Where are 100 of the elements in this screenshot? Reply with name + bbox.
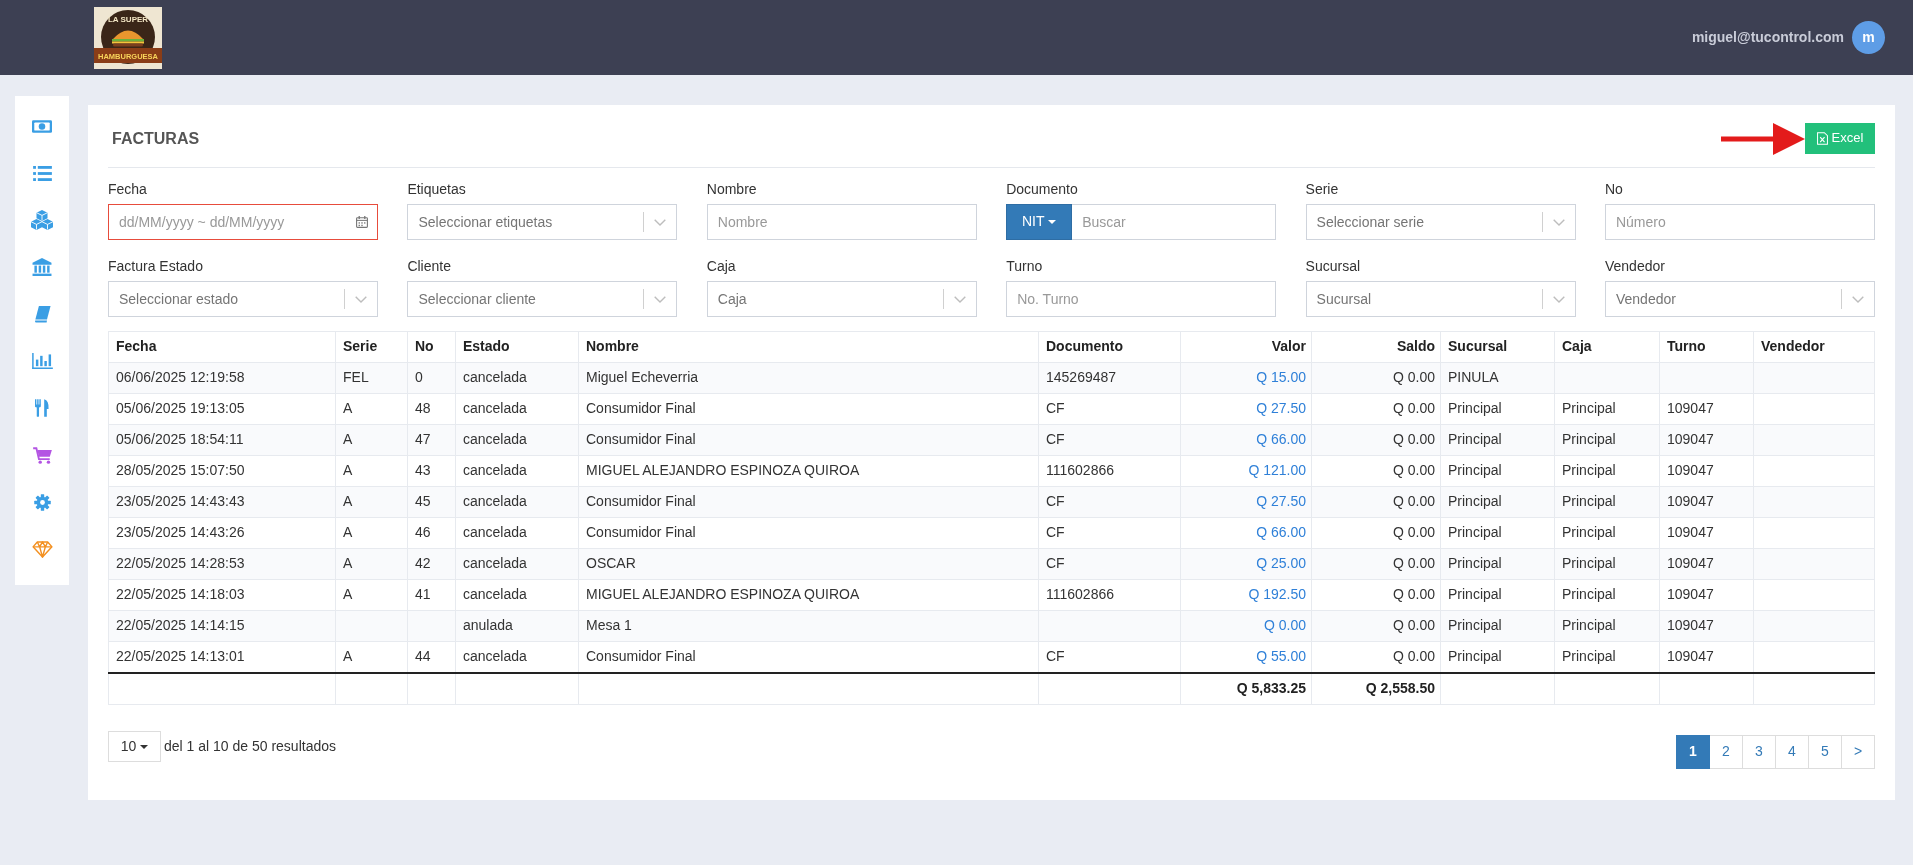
table-cell: Principal	[1440, 548, 1555, 580]
bank-icon[interactable]	[32, 258, 52, 276]
table-cell: 145269487	[1038, 362, 1181, 394]
page-title: FACTURAS	[112, 128, 200, 149]
date-range-field[interactable]: dd/MM/yyyy ~ dd/MM/yyyy	[108, 204, 378, 240]
table-cell: 109047	[1659, 486, 1754, 518]
table-cell: A	[335, 486, 408, 518]
table-cell: 05/06/2025 19:13:05	[108, 393, 336, 425]
table-cell: Principal	[1554, 579, 1660, 611]
table-cell: OSCAR	[578, 548, 1039, 580]
dropdown-field[interactable]: Caja	[706, 281, 977, 317]
table-cell: A	[335, 579, 408, 611]
column-header[interactable]: Caja	[1554, 331, 1660, 363]
column-header[interactable]: Documento	[1038, 331, 1181, 363]
field-label: Fecha	[108, 181, 148, 198]
cubes-icon[interactable]	[31, 210, 53, 230]
dropdown-field[interactable]: Seleccionar etiquetas	[407, 204, 678, 240]
calendar-icon	[356, 216, 368, 228]
column-header[interactable]: Nombre	[578, 331, 1039, 363]
user-avatar[interactable]: m	[1852, 21, 1885, 54]
column-header[interactable]: No	[407, 331, 456, 363]
table-cell: Principal	[1440, 424, 1555, 456]
page-link[interactable]: >	[1841, 735, 1875, 769]
text-field[interactable]: Número	[1604, 204, 1875, 240]
column-header[interactable]: Serie	[335, 331, 408, 363]
column-header[interactable]: Valor	[1180, 331, 1312, 363]
chevron-down-icon	[1851, 296, 1864, 303]
page-size-dropdown[interactable]: 10	[108, 731, 161, 762]
table-cell: Principal	[1554, 455, 1660, 487]
column-header[interactable]: Sucursal	[1440, 331, 1555, 363]
table-cell: cancelada	[455, 455, 579, 487]
table-cell: A	[335, 548, 408, 580]
dropdown-field[interactable]: Seleccionar cliente	[407, 281, 678, 317]
dropdown-field[interactable]: Vendedor	[1604, 281, 1875, 317]
table-cell: MIGUEL ALEJANDRO ESPINOZA QUIROA	[578, 579, 1039, 611]
table-cell: A	[335, 455, 408, 487]
table-cell: Q 0.00	[1311, 455, 1441, 487]
document-type-dropdown[interactable]: NIT	[1006, 204, 1073, 240]
list-icon[interactable]	[32, 165, 52, 181]
table-cell: 45	[407, 486, 456, 518]
table-cell: Principal	[1554, 517, 1660, 549]
search-field[interactable]: Buscar	[1072, 204, 1277, 240]
table-cell: 0	[407, 362, 456, 394]
table-cell: 109047	[1659, 579, 1754, 611]
cart-icon[interactable]	[32, 446, 52, 464]
column-header[interactable]: Saldo	[1311, 331, 1441, 363]
field-label: Etiquetas	[407, 181, 467, 198]
table-cell: Q 0.00	[1311, 424, 1441, 456]
table-cell: PINULA	[1440, 362, 1555, 394]
table-cell: 42	[407, 548, 456, 580]
diamond-icon[interactable]	[31, 540, 53, 558]
table-cell: Consumidor Final	[578, 393, 1039, 425]
table-cell: 109047	[1659, 610, 1754, 642]
column-header[interactable]: Turno	[1659, 331, 1754, 363]
table-cell: CF	[1038, 548, 1181, 580]
table-cell: Principal	[1554, 424, 1660, 456]
dropdown-field[interactable]: Sucursal	[1305, 281, 1576, 317]
table-cell: Principal	[1554, 393, 1660, 425]
page-link[interactable]: 3	[1742, 735, 1776, 769]
dropdown-field[interactable]: Seleccionar serie	[1305, 204, 1576, 240]
table-cell: anulada	[455, 610, 579, 642]
amount-link[interactable]: Q 0.00	[1263, 617, 1306, 634]
table-cell: Q 0.00	[1311, 486, 1441, 518]
table-cell: Q 0.00	[1311, 579, 1441, 611]
column-header[interactable]: Vendedor	[1753, 331, 1875, 363]
table-cell: CF	[1038, 517, 1181, 549]
dropdown-field[interactable]: Seleccionar estado	[108, 281, 378, 317]
table-cell: Mesa 1	[578, 610, 1039, 642]
caret-icon	[1048, 220, 1057, 224]
total-cell: Q 5,833.25	[1180, 672, 1312, 705]
text-field[interactable]: Nombre	[706, 204, 977, 240]
table-cell: Principal	[1554, 486, 1660, 518]
table-cell: Principal	[1440, 579, 1555, 611]
column-header[interactable]: Estado	[455, 331, 579, 363]
table-cell: cancelada	[455, 579, 579, 611]
column-header[interactable]: Fecha	[108, 331, 336, 363]
banknote-icon[interactable]	[32, 119, 52, 133]
chevron-down-icon	[1552, 296, 1565, 303]
text-field[interactable]: No. Turno	[1006, 281, 1277, 317]
book-icon[interactable]	[33, 305, 51, 323]
page-link[interactable]: 5	[1808, 735, 1842, 769]
field-label: Documento	[1006, 181, 1079, 198]
table-cell: 22/05/2025 14:28:53	[108, 548, 336, 580]
field-label: Caja	[706, 258, 737, 275]
chevron-down-icon	[1552, 219, 1565, 226]
table-cell: 06/06/2025 12:19:58	[108, 362, 336, 394]
bar-chart-icon[interactable]	[31, 353, 53, 369]
page-link[interactable]: 2	[1709, 735, 1743, 769]
fork-knife-icon[interactable]	[35, 399, 49, 417]
page-link[interactable]: 4	[1775, 735, 1809, 769]
table-cell: 46	[407, 517, 456, 549]
table-cell: CF	[1038, 486, 1181, 518]
page-link[interactable]: 1	[1676, 735, 1710, 769]
table-cell: 43	[407, 455, 456, 487]
settings-icon[interactable]	[33, 493, 51, 511]
total-cell: Q 2,558.50	[1311, 672, 1441, 705]
table-cell: 22/05/2025 14:18:03	[108, 579, 336, 611]
field-label: Nombre	[706, 181, 758, 198]
table-cell: A	[335, 517, 408, 549]
table-cell: 48	[407, 393, 456, 425]
